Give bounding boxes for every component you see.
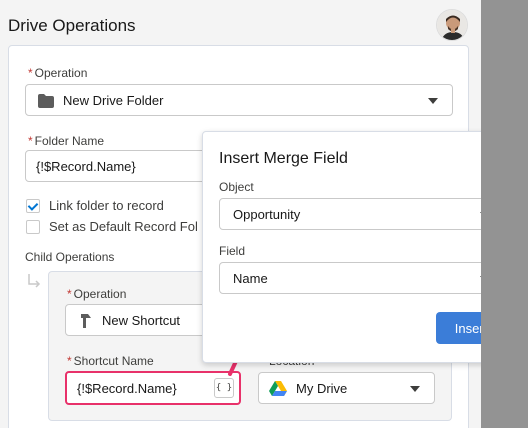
- folder-name-label-text: Folder Name: [34, 134, 105, 148]
- link-folder-checkbox[interactable]: [26, 199, 40, 213]
- object-label: Object: [219, 180, 254, 194]
- link-folder-label: Link folder to record: [49, 198, 164, 213]
- main-area: Drive Operations * Operation New Drive Fo…: [0, 0, 521, 428]
- operation-value: New Drive Folder: [63, 93, 164, 108]
- location-select[interactable]: My Drive: [258, 372, 435, 404]
- folder-icon: [38, 94, 54, 111]
- folder-name-value: {!$Record.Name}: [36, 158, 136, 174]
- insert-merge-field-button[interactable]: { }: [214, 378, 234, 398]
- insert-merge-field-popover: Insert Merge Field ✕ Object Opportunity …: [202, 131, 521, 363]
- required-marker: *: [28, 66, 33, 80]
- right-gutter: [481, 0, 528, 428]
- chevron-down-icon: [428, 98, 438, 104]
- merge-button-label: { }: [215, 383, 233, 393]
- popover-title: Insert Merge Field: [219, 150, 348, 167]
- child-operation-label-text: Operation: [73, 287, 127, 301]
- child-indent-icon: [27, 273, 43, 294]
- child-operation-value: New Shortcut: [102, 313, 181, 328]
- shortcut-arrow-icon: [78, 313, 92, 332]
- operation-label-text: Operation: [34, 66, 88, 80]
- child-operations-label: Child Operations: [25, 250, 115, 264]
- default-folder-label: Set as Default Record Fol: [49, 219, 198, 234]
- required-marker: *: [67, 354, 72, 368]
- operation-select[interactable]: New Drive Folder: [25, 84, 453, 116]
- google-drive-icon: [269, 381, 287, 400]
- field-value: Name: [233, 271, 268, 286]
- object-value: Opportunity: [233, 207, 301, 222]
- location-value: My Drive: [296, 381, 348, 396]
- chevron-down-icon: [410, 386, 420, 392]
- avatar[interactable]: [436, 9, 468, 41]
- required-marker: *: [28, 134, 33, 148]
- shortcut-name-label-text: Shortcut Name: [73, 354, 154, 368]
- default-folder-checkbox[interactable]: [26, 220, 40, 234]
- required-marker: *: [67, 287, 72, 301]
- shortcut-name-label: * Shortcut Name: [67, 354, 154, 368]
- object-select[interactable]: Opportunity: [219, 198, 505, 230]
- child-operation-select[interactable]: New Shortcut: [65, 304, 225, 336]
- folder-name-label: * Folder Name: [28, 134, 104, 148]
- user-avatar-image: [437, 10, 467, 40]
- shortcut-name-value: {!$Record.Name}: [77, 380, 177, 396]
- child-operation-label: * Operation: [67, 287, 126, 301]
- folder-name-input[interactable]: {!$Record.Name}: [25, 150, 225, 182]
- operation-label: * Operation: [28, 66, 87, 80]
- field-select[interactable]: Name: [219, 262, 505, 294]
- page-title: Drive Operations: [8, 16, 136, 35]
- field-label: Field: [219, 244, 246, 258]
